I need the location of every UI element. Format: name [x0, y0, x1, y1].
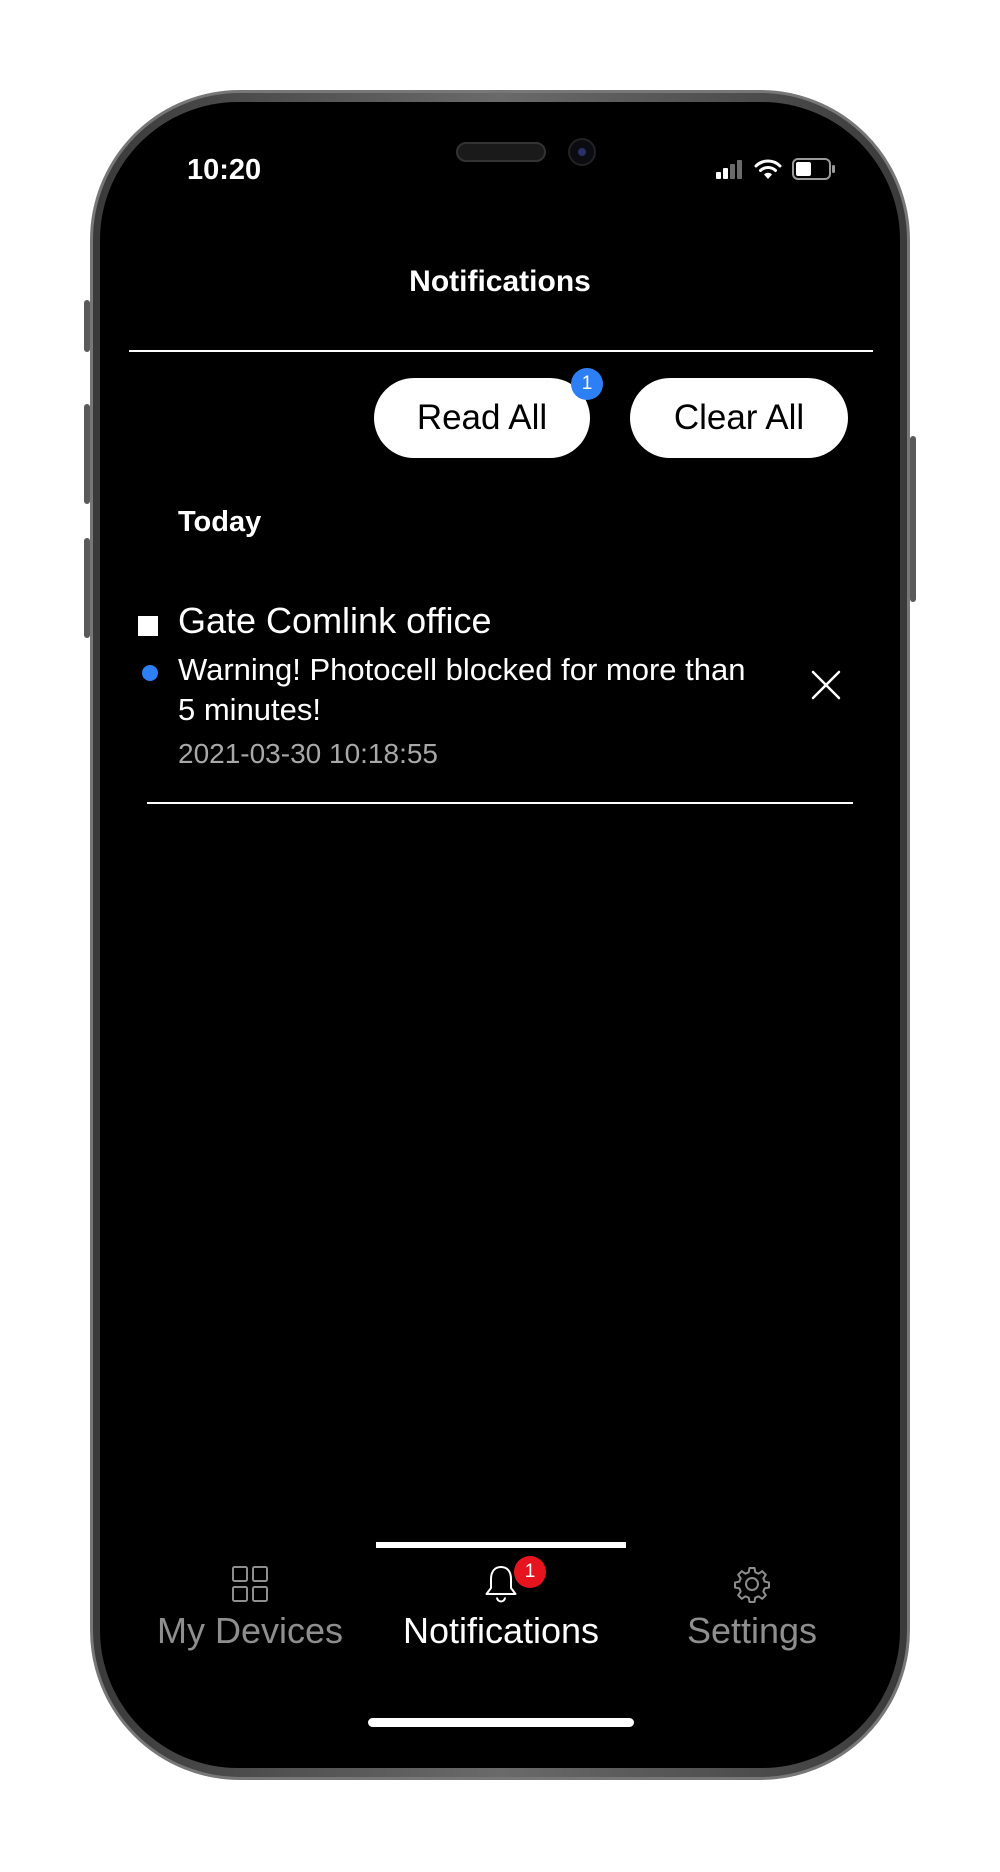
tab-settings-label: Settings: [686, 1610, 818, 1651]
read-all-button[interactable]: Read All: [374, 378, 590, 458]
clear-all-button[interactable]: Clear All: [630, 378, 848, 458]
unread-dot-icon: [142, 665, 158, 681]
active-tab-indicator: [376, 1542, 626, 1548]
tab-notifications[interactable]: 1 Notifications: [370, 1556, 632, 1652]
status-time: 10:20: [187, 154, 262, 186]
earpiece: [456, 142, 546, 162]
tab-settings[interactable]: Settings: [648, 1562, 856, 1652]
cellular-signal-icon: [716, 159, 744, 184]
notification-divider: [147, 802, 853, 804]
silent-switch: [84, 300, 90, 352]
power-button: [910, 436, 916, 602]
notification-device-name: Gate Comlink office: [178, 600, 492, 641]
tab-my-devices[interactable]: My Devices: [140, 1562, 360, 1652]
read-all-label: Read All: [416, 398, 548, 437]
phone-screen: 10:20 Notifications Read All 1 Clear All…: [100, 102, 900, 1768]
notification-message: Warning! Photocell blocked for more than…: [178, 652, 746, 727]
battery-icon: [792, 158, 836, 185]
page-title: Notifications: [409, 265, 591, 298]
read-all-count-badge: 1: [571, 368, 603, 400]
volume-down-button: [84, 538, 90, 638]
dismiss-notification-button[interactable]: [809, 668, 843, 702]
gear-icon: [730, 1562, 774, 1606]
wifi-icon: [754, 158, 782, 185]
tab-notifications-label: Notifications: [402, 1610, 600, 1651]
clear-all-label: Clear All: [673, 398, 805, 437]
header-divider: [129, 350, 873, 352]
device-square-icon: [138, 616, 158, 636]
front-camera: [568, 138, 596, 166]
grid-icon: [228, 1562, 272, 1606]
notification-timestamp: 2021-03-30 10:18:55: [178, 738, 438, 769]
tab-my-devices-label: My Devices: [156, 1610, 344, 1651]
volume-up-button: [84, 404, 90, 504]
close-icon: [811, 670, 841, 700]
status-icons: [716, 158, 836, 185]
section-heading-today: Today: [178, 506, 262, 538]
tab-notifications-badge: 1: [514, 1556, 546, 1588]
home-indicator[interactable]: [368, 1718, 634, 1727]
